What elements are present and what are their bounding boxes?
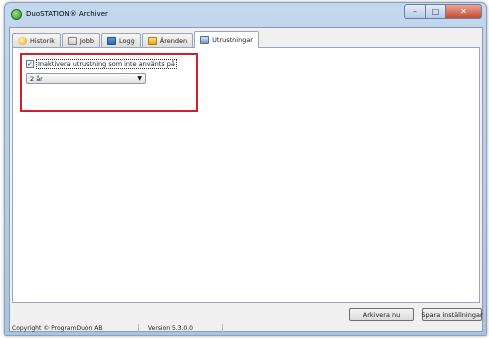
version-text: Version 5.3.0.0 [148, 325, 193, 332]
tab-jobb[interactable]: Jobb [61, 33, 101, 48]
app-logo-icon [11, 9, 22, 20]
maximize-button[interactable]: □ [426, 4, 446, 19]
tab-utrustningar[interactable]: Utrustningar [194, 31, 259, 48]
tab-label: Logg [119, 37, 135, 45]
deactivate-checkbox[interactable]: ✓ [26, 59, 34, 68]
window-title: DuoSTATION® Archiver [26, 10, 108, 18]
copyright-text: Copyright © ProgramDuon AB [12, 325, 103, 332]
period-dropdown-value: 2 år [30, 74, 43, 83]
dropdown-arrow-icon[interactable]: ▼ [137, 74, 142, 84]
minimize-button[interactable]: – [404, 4, 426, 19]
tab-strip: Historik Jobb Logg Ärenden Utrustningar [12, 31, 260, 48]
deactivate-checkbox-label[interactable]: Inaktivera utrustning som inte använts p… [36, 58, 177, 69]
tab-label: Jobb [79, 37, 95, 45]
close-button[interactable]: ✕ [446, 4, 482, 19]
deactivate-equipment-setting[interactable]: ✓ Inaktivera utrustning som inte använts… [26, 58, 177, 69]
save-settings-button[interactable]: Spara inställningar [421, 308, 483, 321]
window-controls: – □ ✕ [404, 4, 482, 19]
tab-label: Ärenden [159, 37, 188, 45]
job-icon [67, 37, 77, 45]
status-bar: Copyright © ProgramDuon AB Version 5.3.0… [10, 324, 482, 333]
tab-historik[interactable]: Historik [12, 33, 61, 48]
tab-label: Utrustningar [212, 36, 253, 44]
period-dropdown[interactable]: 2 år ▼ [26, 73, 146, 84]
case-icon [147, 37, 157, 45]
tab-arenden[interactable]: Ärenden [141, 33, 194, 48]
status-separator [138, 324, 139, 333]
history-icon [18, 37, 27, 45]
archive-now-button[interactable]: Arkivera nu [349, 308, 414, 321]
tab-label: Historik [30, 37, 55, 45]
tab-logg[interactable]: Logg [101, 33, 141, 48]
equipment-icon [200, 36, 210, 44]
title-bar[interactable]: DuoSTATION® Archiver – □ ✕ [5, 3, 486, 27]
log-icon [107, 37, 117, 45]
status-separator [222, 324, 223, 333]
